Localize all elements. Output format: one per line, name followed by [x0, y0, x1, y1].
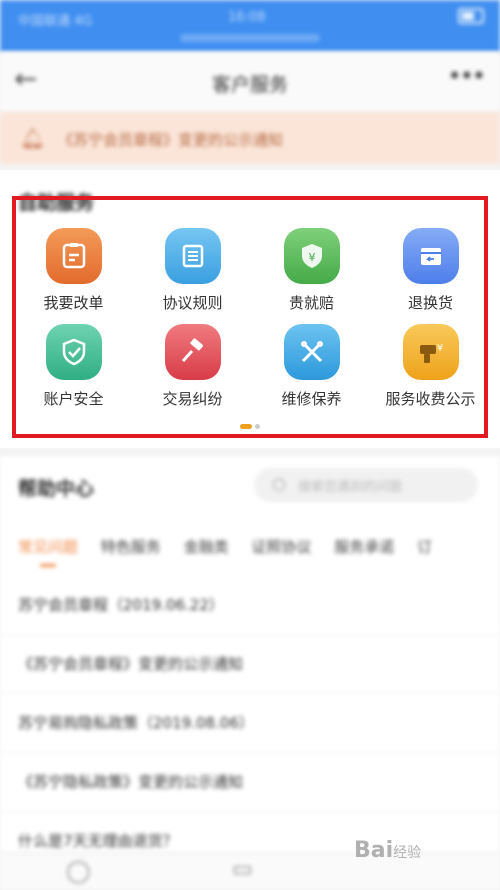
- bottom-bar: ◯ ▭: [0, 852, 500, 890]
- chat-icon[interactable]: ◯: [66, 859, 91, 884]
- watermark-suffix: 经验: [393, 845, 422, 861]
- status-subbar: [180, 34, 320, 42]
- carrier-text: 中国联通 4G: [18, 14, 93, 29]
- notice-text: 《苏宁会员章程》变更的公示通知: [58, 131, 284, 149]
- help-list-item[interactable]: 苏宁会员章程（2019.06.22）: [0, 576, 500, 635]
- tab-faq[interactable]: 常见问题: [18, 536, 78, 557]
- search-placeholder: 搜索您遇到的问题: [298, 480, 403, 495]
- notice-bar[interactable]: 🔔︎ 《苏宁会员章程》变更的公示通知: [0, 112, 500, 164]
- nav-bar: ← 客户服务 •••: [0, 52, 500, 112]
- help-list-item[interactable]: 《苏宁隐私政策》变更的公示通知: [0, 753, 500, 812]
- help-search-box[interactable]: ○ 搜索您遇到的问题: [254, 468, 478, 502]
- help-list-item[interactable]: 《苏宁会员章程》变更的公示通知: [0, 635, 500, 694]
- highlight-box: [12, 196, 488, 438]
- tab-license[interactable]: 证照协议: [251, 536, 311, 557]
- clipboard-icon[interactable]: ▭: [232, 857, 253, 882]
- help-list-item[interactable]: 苏宁易购隐私政策（2019.08.06）: [0, 694, 500, 753]
- battery-icon: [458, 8, 484, 24]
- tab-order[interactable]: 订: [417, 536, 432, 557]
- tab-finance[interactable]: 金融类: [184, 536, 229, 557]
- active-tab-indicator: [40, 564, 56, 567]
- clock-text: 16:08: [228, 10, 266, 25]
- more-icon[interactable]: •••: [448, 62, 486, 90]
- status-bar: 中国联通 4G 16:08: [0, 0, 500, 52]
- page-title: 客户服务: [211, 74, 288, 96]
- watermark: Bai经验: [354, 838, 421, 863]
- help-center-section: 帮助中心 ○ 搜索您遇到的问题 常见问题 特色服务 金融类 证照协议 服务承诺 …: [0, 456, 500, 871]
- help-center-title: 帮助中心: [18, 478, 95, 500]
- tab-promise[interactable]: 服务承诺: [334, 536, 394, 557]
- tab-featured[interactable]: 特色服务: [101, 536, 161, 557]
- help-tabs: 常见问题 特色服务 金融类 证照协议 服务承诺 订: [18, 536, 500, 566]
- watermark-brand: Bai: [354, 838, 394, 863]
- bell-icon: 🔔︎: [20, 126, 46, 150]
- search-icon: ○: [272, 474, 286, 493]
- help-list: 苏宁会员章程（2019.06.22） 《苏宁会员章程》变更的公示通知 苏宁易购隐…: [0, 576, 500, 871]
